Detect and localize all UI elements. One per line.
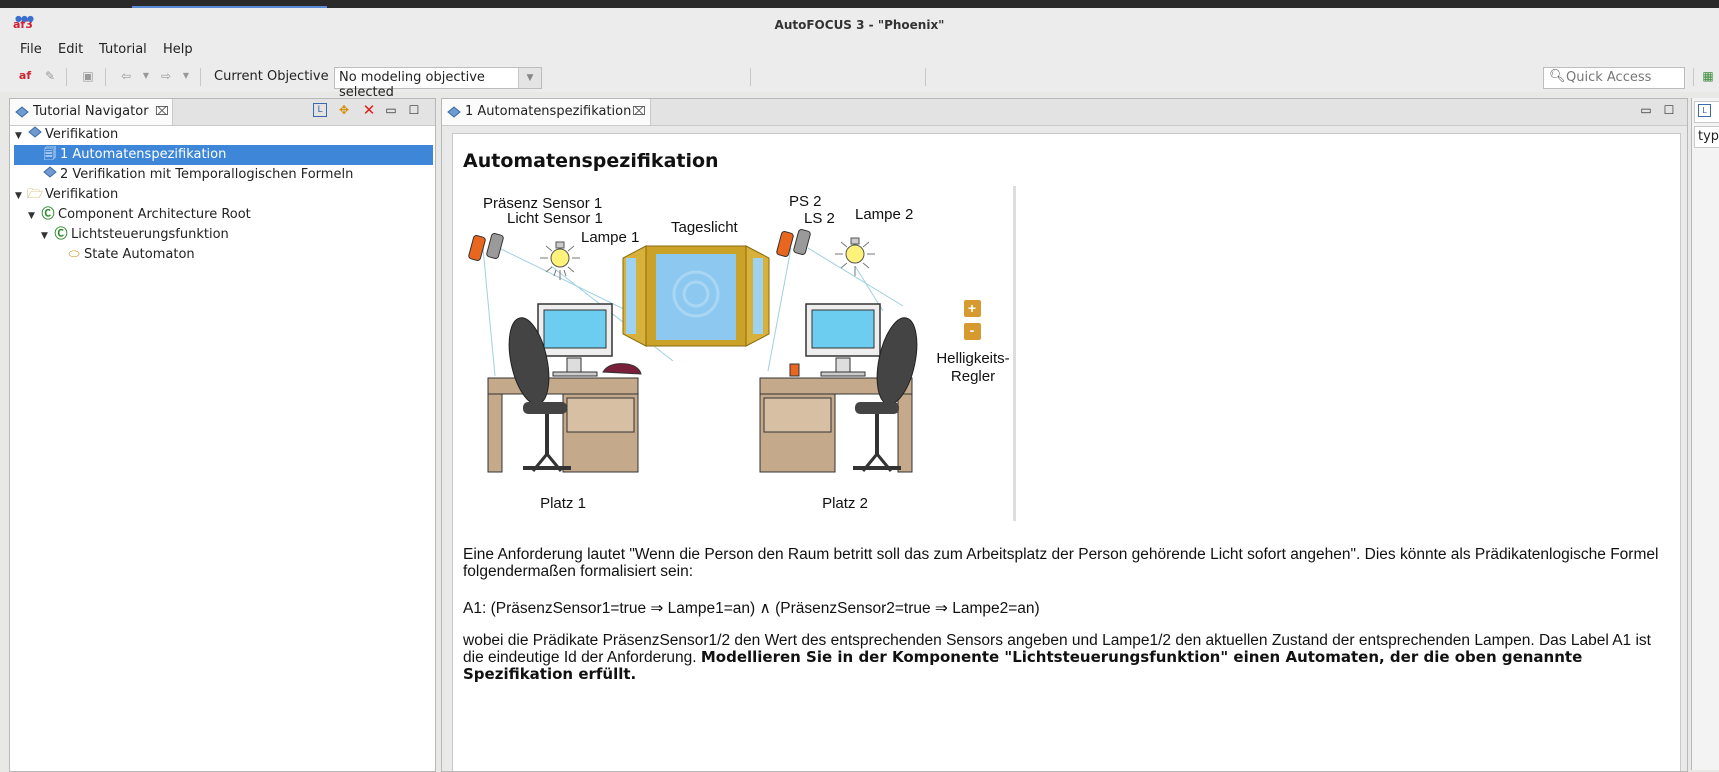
figure-divider (1013, 186, 1016, 521)
explanation-paragraph: wobei die Prädikate PräsenzSensor1/2 den… (463, 632, 1672, 683)
svg-text:+: + (968, 300, 976, 316)
label-ls-2: LS 2 (804, 210, 835, 227)
folder-icon: 🗁︎ (27, 187, 44, 202)
toolbar-separator (200, 68, 201, 86)
minimize-icon[interactable]: ▭ (1639, 103, 1653, 117)
page-title: Automatenspezifikation (463, 150, 719, 172)
component-icon: Ⓒ (41, 207, 55, 222)
expand-arrow-icon[interactable]: ▼ (28, 206, 40, 226)
label-lampe-1: Lampe 1 (581, 229, 639, 246)
back-arrow-icon[interactable]: ⇦ (118, 68, 134, 84)
af3-new-icon[interactable]: af (17, 68, 33, 84)
objective-value: No modeling objective selected (339, 70, 485, 100)
window-title: AutoFOCUS 3 - "Phoenix" (774, 18, 945, 32)
right-panel-input[interactable]: typ (1694, 126, 1719, 148)
expand-arrow-icon[interactable]: ▼ (15, 186, 27, 206)
close-icon[interactable]: ⌧ (155, 104, 169, 118)
label-regler: Regler (951, 368, 995, 385)
label-lampe-2: Lampe 2 (855, 206, 913, 223)
workstation-2 (759, 303, 918, 473)
label-helligkeits: Helligkeits- (936, 350, 1009, 367)
automaton-icon: ⬭ (68, 247, 80, 262)
tree-item-component-architecture-root[interactable]: ▼ Ⓒ Component Architecture Root (28, 205, 251, 225)
editor-tabbar: 1 Automatenspezifikation ⌧ ▭ ☐ (442, 99, 1687, 126)
new-wizard-icon[interactable]: ✎ (42, 68, 58, 84)
quick-access-field[interactable]: 🔍︎ Quick Access (1543, 67, 1685, 89)
editor-panel: 1 Automatenspezifikation ⌧ ▭ ☐ Automaten… (441, 98, 1688, 772)
tree-item-lichtsteuerungsfunktion[interactable]: ▼ Ⓒ Lichtsteuerungsfunktion (41, 225, 229, 245)
maximize-icon[interactable]: ☐ (1662, 103, 1676, 117)
expand-arrow-icon[interactable]: ▼ (41, 226, 53, 246)
tree-item-state-automaton[interactable]: ⬭ State Automaton (66, 245, 194, 265)
formula-line: A1: (PräsenzSensor1=true ⇒ Lampe1=an) ∧ … (463, 600, 1040, 617)
chevron-down-icon[interactable]: ▼ (518, 68, 541, 88)
label-licht-sensor-1: Licht Sensor 1 (507, 210, 603, 227)
tutorial-navigator-panel: Tutorial Navigator ⌧ L ✥ ✕ ▭ ☐ ▼ Verifika… (9, 98, 436, 772)
lightbulb-icon (835, 237, 875, 276)
main-toolbar: af ✎ ▣ ⇦ ▼ ⇨ ▼ Current Objective No mode… (0, 62, 1719, 100)
link-editor-icon[interactable]: L (313, 103, 327, 117)
tutorial-icon (15, 106, 29, 118)
window-icon (622, 245, 770, 347)
tutorial-icon (447, 106, 461, 118)
menu-edit[interactable]: Edit (58, 42, 83, 57)
requirement-paragraph: Eine Anforderung lautet "Wenn die Person… (463, 546, 1659, 580)
tree-item-verifikation-project[interactable]: ▼ 🗁︎ Verifikation (15, 185, 118, 205)
tree-item-automatenspezifikation[interactable]: 🗐︎ 1 Automatenspezifikation (14, 145, 433, 165)
tree-item-verifikation-tutorial[interactable]: ▼ Verifikation (15, 125, 118, 145)
forward-dropdown-icon[interactable]: ▼ (178, 68, 194, 84)
menu-help[interactable]: Help (163, 42, 193, 57)
link-editor-icon: L (1698, 104, 1711, 117)
right-panel-tab[interactable]: L (1694, 101, 1719, 123)
objective-combo[interactable]: No modeling objective selected ▼ (334, 67, 542, 100)
tab-label: 1 Automatenspezifikation (465, 104, 632, 119)
tab-automatenspezifikation[interactable]: 1 Automatenspezifikation ⌧ (442, 99, 651, 125)
close-icon[interactable]: ⌧ (632, 104, 646, 118)
tab-tutorial-navigator[interactable]: Tutorial Navigator ⌧ (10, 99, 173, 125)
menu-file[interactable]: File (20, 42, 42, 57)
svg-text:-: - (970, 322, 975, 338)
label-tageslicht: Tageslicht (671, 219, 739, 236)
label-platz-1: Platz 1 (540, 495, 586, 512)
screen-top-bar (0, 0, 1719, 8)
tutorial-content: Automatenspezifikation Präsenz Sensor 1 … (452, 133, 1681, 771)
lightbulb-icon (540, 241, 580, 280)
toolbar-separator (1693, 68, 1694, 86)
navigator-tabbar: Tutorial Navigator ⌧ L ✥ ✕ ▭ ☐ (10, 99, 435, 126)
collapse-all-icon[interactable]: ✥ (337, 103, 351, 117)
tutorial-icon (27, 125, 43, 145)
minimize-icon[interactable]: ▭ (384, 103, 398, 117)
open-perspective-icon[interactable]: ▦ (1700, 68, 1716, 84)
toolbar-separator (66, 68, 67, 86)
label-platz-2: Platz 2 (822, 495, 868, 512)
expand-arrow-icon[interactable]: ▼ (15, 126, 27, 146)
workstation-1 (487, 303, 642, 473)
tab-label: Tutorial Navigator (33, 104, 149, 119)
toolbar-separator (750, 68, 751, 86)
title-bar: ●●● af3 AutoFOCUS 3 - "Phoenix" (0, 8, 1719, 41)
component-icon: Ⓒ (54, 227, 68, 242)
forward-arrow-icon[interactable]: ⇨ (158, 68, 174, 84)
back-dropdown-icon[interactable]: ▼ (138, 68, 154, 84)
office-illustration: Präsenz Sensor 1 Licht Sensor 1 Lampe 1 … (463, 186, 1018, 521)
menu-tutorial[interactable]: Tutorial (99, 42, 147, 57)
menu-bar: File Edit Tutorial Help (0, 41, 1719, 62)
maximize-icon[interactable]: ☐ (407, 103, 421, 117)
page-icon: 🗐︎ (43, 147, 57, 162)
current-objective-label: Current Objective (214, 69, 329, 84)
tutorial-icon (42, 165, 58, 185)
search-icon: 🔍︎ (1549, 69, 1566, 84)
remove-icon[interactable]: ✕ (362, 103, 376, 118)
label-ps-2: PS 2 (789, 193, 822, 210)
quick-access-placeholder: Quick Access (1566, 70, 1652, 85)
toolbar-separator (925, 68, 926, 86)
save-icon[interactable]: ▣ (80, 68, 96, 84)
right-side-panel: L typ (1691, 98, 1719, 770)
toolbar-separator (105, 68, 106, 86)
tree-item-verifikation-temporallogik[interactable]: 2 Verifikation mit Temporallogischen For… (15, 165, 353, 185)
